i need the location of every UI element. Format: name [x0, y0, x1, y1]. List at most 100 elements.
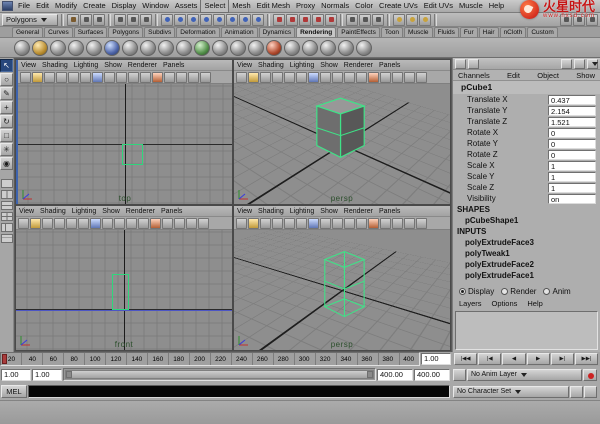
range-slider-bar[interactable]: [65, 370, 374, 379]
lock-camera-icon[interactable]: [248, 72, 259, 83]
menu-item[interactable]: Select: [200, 0, 229, 13]
attribute-value-field[interactable]: 0.437: [548, 95, 596, 105]
layer-menu-item[interactable]: Layers: [459, 299, 482, 308]
auto-keyframe-button[interactable]: [583, 369, 597, 381]
lock-camera-icon[interactable]: [30, 218, 41, 229]
divider[interactable]: [387, 14, 390, 26]
snap-grid-icon[interactable]: [273, 14, 285, 26]
safe-title-icon[interactable]: [176, 72, 187, 83]
safe-action-icon[interactable]: [380, 72, 391, 83]
new-scene-icon[interactable]: [67, 14, 79, 26]
output-connections-icon[interactable]: [359, 14, 371, 26]
attribute-label[interactable]: Translate X: [467, 95, 548, 104]
four-pane-layout-button[interactable]: [1, 212, 13, 221]
divider[interactable]: [434, 14, 437, 26]
menu-item[interactable]: Create UVs: [376, 0, 421, 12]
command-line-input[interactable]: [28, 385, 450, 398]
gate-mask-icon[interactable]: [356, 218, 367, 229]
bookmarks-icon[interactable]: [272, 218, 283, 229]
anisotropic-material-icon[interactable]: [86, 40, 102, 56]
range-slider[interactable]: [63, 368, 376, 381]
menu-set-dropdown[interactable]: Polygons: [2, 14, 58, 26]
grease-pencil-icon[interactable]: [308, 218, 319, 229]
panel-menu-item[interactable]: Show: [320, 62, 338, 69]
attribute-value-field[interactable]: 0: [548, 150, 596, 160]
panel-menu-item[interactable]: Shading: [258, 62, 284, 69]
ipr-render-icon[interactable]: [406, 14, 418, 26]
paint-select-tool[interactable]: ✎: [0, 87, 13, 100]
channel-box-menu-item[interactable]: Show: [576, 71, 595, 80]
phong-e-material-icon[interactable]: [194, 40, 210, 56]
shelf-tab[interactable]: Toon: [381, 27, 403, 37]
wireframe-mode-icon[interactable]: [404, 72, 415, 83]
menu-item[interactable]: Normals: [318, 0, 352, 12]
gate-mask-icon[interactable]: [138, 218, 149, 229]
toggle-channel-box-icon[interactable]: [586, 14, 598, 26]
safe-title-icon[interactable]: [392, 218, 403, 229]
save-scene-icon[interactable]: [93, 14, 105, 26]
panel-menu-item[interactable]: View: [19, 208, 34, 215]
panel-menu-item[interactable]: Shading: [258, 208, 284, 215]
menu-item[interactable]: Muscle: [456, 0, 486, 12]
shelf-tab[interactable]: Dynamics: [259, 27, 296, 37]
viewport-canvas-top[interactable]: top: [18, 84, 232, 204]
panel-menu-item[interactable]: Panels: [163, 62, 184, 69]
ramp-shader-icon[interactable]: [212, 40, 228, 56]
open-scene-icon[interactable]: [80, 14, 92, 26]
2d-pan-zoom-icon[interactable]: [296, 72, 307, 83]
2d-pan-zoom-icon[interactable]: [296, 218, 307, 229]
select-tool[interactable]: ↖: [0, 59, 13, 72]
shelf-tab[interactable]: PaintEffects: [337, 27, 380, 37]
divider[interactable]: [267, 14, 270, 26]
script-editor-icon[interactable]: [584, 386, 597, 398]
attribute-value-field[interactable]: 1: [548, 172, 596, 182]
divider[interactable]: [108, 14, 111, 26]
single-pane-layout-button[interactable]: [1, 179, 13, 188]
phong-material-icon[interactable]: [176, 40, 192, 56]
channel-slider-mode-icon[interactable]: [561, 59, 572, 69]
anim-layer-icon[interactable]: [453, 369, 466, 381]
input-connections-icon[interactable]: [346, 14, 358, 26]
shelf-tab[interactable]: Muscle: [404, 27, 433, 37]
shape-node-item[interactable]: pCubeShape1: [453, 215, 600, 226]
current-frame-marker[interactable]: [2, 354, 7, 364]
render-current-frame-icon[interactable]: [32, 40, 48, 56]
layer-menu-item[interactable]: Options: [492, 299, 518, 308]
scale-tool[interactable]: □: [0, 129, 13, 142]
area-light-icon[interactable]: [302, 40, 318, 56]
select-component-icon[interactable]: [140, 14, 152, 26]
select-dynamics-icon[interactable]: [226, 14, 238, 26]
menu-item[interactable]: Assets: [172, 0, 201, 12]
select-camera-icon[interactable]: [20, 72, 31, 83]
panel-menu-item[interactable]: Show: [320, 208, 338, 215]
wireframe-cube-mesh[interactable]: [234, 230, 450, 350]
panel-menu-item[interactable]: View: [21, 62, 36, 69]
layer-menu-item[interactable]: Help: [527, 299, 542, 308]
select-rendering-icon[interactable]: [239, 14, 251, 26]
image-plane-icon[interactable]: [68, 72, 79, 83]
field-chart-icon[interactable]: [368, 72, 379, 83]
shelf-tab[interactable]: Rendering: [296, 27, 336, 37]
extruded-cube-mesh[interactable]: [234, 84, 450, 204]
selected-node-name[interactable]: pCube1: [453, 81, 600, 94]
safe-title-icon[interactable]: [174, 218, 185, 229]
bookmarks-icon[interactable]: [54, 218, 65, 229]
selected-cube-outline[interactable]: [122, 144, 143, 165]
point-light-icon[interactable]: [338, 40, 354, 56]
attribute-label[interactable]: Translate Y: [467, 106, 548, 115]
lasso-tool[interactable]: ○: [0, 73, 13, 86]
film-gate-icon[interactable]: [332, 72, 343, 83]
attribute-value-field[interactable]: 2.154: [548, 106, 596, 116]
menu-item[interactable]: Color: [352, 0, 376, 12]
field-chart-icon[interactable]: [152, 72, 163, 83]
render-current-frame-icon[interactable]: [393, 14, 405, 26]
snap-point-icon[interactable]: [299, 14, 311, 26]
toggle-tool-settings-icon[interactable]: [573, 14, 585, 26]
input-node-item[interactable]: polyExtrudeFace2: [453, 259, 600, 270]
panel-menu-item[interactable]: Lighting: [290, 208, 315, 215]
shaded-mode-icon[interactable]: [416, 72, 427, 83]
persp-outliner-layout-button[interactable]: [1, 223, 13, 232]
shelf-tab[interactable]: Fluids: [434, 27, 459, 37]
shaded-mode-icon[interactable]: [416, 218, 427, 229]
panel-menu-item[interactable]: Shading: [42, 62, 68, 69]
